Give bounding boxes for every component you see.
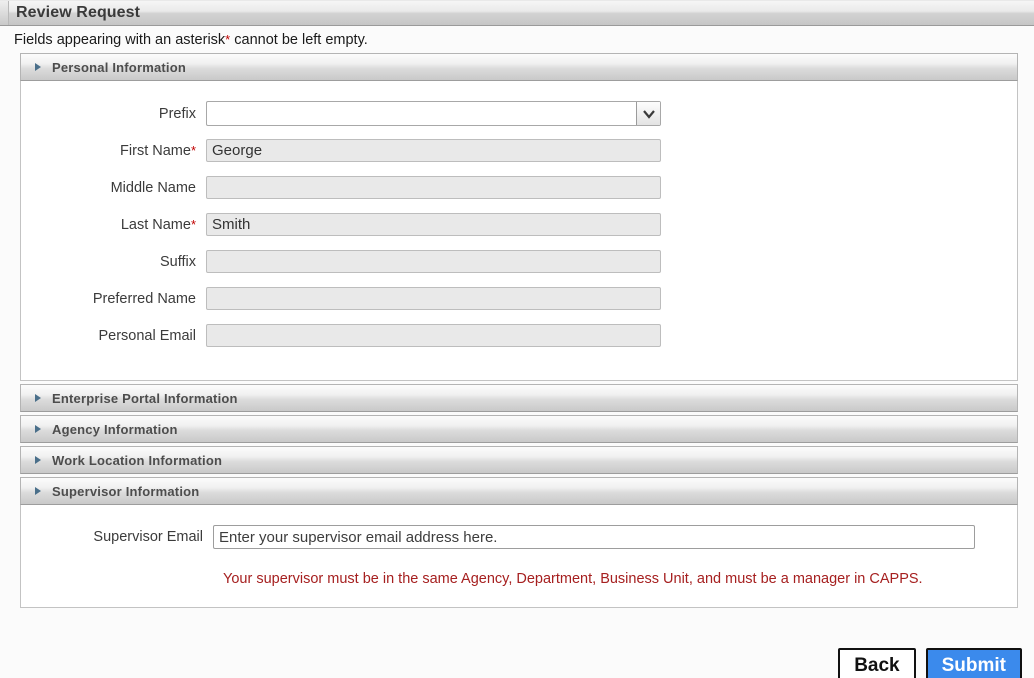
page-content: Fields appearing with an asterisk * canno…	[0, 26, 1034, 678]
form-row-preferred-name: Preferred Name	[21, 280, 1017, 317]
triangle-right-icon	[35, 394, 41, 402]
window-title-bar: Review Request	[0, 0, 1034, 26]
notice-suffix: cannot be left empty.	[230, 32, 368, 48]
form-row-last-name: Last Name*	[21, 206, 1017, 243]
preferred-name-input[interactable]	[206, 287, 661, 310]
section-title: Enterprise Portal Information	[52, 390, 238, 406]
label-middle-name: Middle Name	[110, 179, 196, 196]
required-asterisk-icon: *	[190, 216, 196, 232]
triangle-right-icon	[35, 456, 41, 464]
form-row-suffix: Suffix	[21, 243, 1017, 280]
section-title: Agency Information	[52, 421, 178, 437]
label-prefix: Prefix	[158, 105, 196, 122]
form-action-buttons: Back Submit	[838, 648, 1022, 678]
section-header-work-location-information[interactable]: Work Location Information	[20, 446, 1018, 474]
notice-prefix: Fields appearing with an asterisk	[14, 32, 226, 48]
label-suffix: Suffix	[159, 253, 196, 270]
accordion-sections: Personal Information Prefix First Name*	[20, 53, 1018, 608]
label-personal-email: Personal Email	[98, 327, 196, 344]
page-title: Review Request	[16, 4, 141, 21]
prefix-select[interactable]	[206, 101, 661, 126]
label-first-name: First Name*	[120, 142, 196, 159]
form-row-personal-email: Personal Email	[21, 317, 1017, 354]
section-title: Work Location Information	[52, 452, 223, 468]
triangle-right-icon	[35, 487, 41, 495]
middle-name-input[interactable]	[206, 176, 661, 199]
supervisor-email-input[interactable]	[213, 525, 975, 549]
supervisor-warning-text: Your supervisor must be in the same Agen…	[223, 571, 923, 587]
section-header-supervisor-information[interactable]: Supervisor Information	[20, 477, 1018, 505]
label-preferred-name: Preferred Name	[92, 290, 196, 307]
first-name-input[interactable]	[206, 139, 661, 162]
form-row-middle-name: Middle Name	[21, 169, 1017, 206]
last-name-input[interactable]	[206, 213, 661, 236]
suffix-input[interactable]	[206, 250, 661, 273]
section-header-agency-information[interactable]: Agency Information	[20, 415, 1018, 443]
section-title: Supervisor Information	[52, 483, 200, 499]
label-last-name: Last Name*	[120, 216, 196, 233]
required-fields-notice: Fields appearing with an asterisk* canno…	[0, 26, 1034, 53]
personal-email-input[interactable]	[206, 324, 661, 347]
label-supervisor-email: Supervisor Email	[93, 529, 203, 545]
form-row-supervisor-email: Supervisor Email	[21, 521, 1017, 553]
triangle-right-icon	[35, 63, 41, 71]
section-header-enterprise-portal-information[interactable]: Enterprise Portal Information	[20, 384, 1018, 412]
section-title: Personal Information	[52, 59, 187, 75]
required-asterisk-icon: *	[190, 142, 196, 158]
triangle-right-icon	[35, 425, 41, 433]
section-body-personal-information: Prefix First Name* Middle Name	[20, 81, 1018, 381]
form-row-prefix: Prefix	[21, 95, 1017, 132]
submit-button[interactable]: Submit	[925, 648, 1022, 678]
section-body-supervisor-information: Supervisor Email Your supervisor must be…	[20, 505, 1018, 608]
form-row-first-name: First Name*	[21, 132, 1017, 169]
back-button[interactable]: Back	[838, 648, 916, 678]
section-header-personal-information[interactable]: Personal Information	[20, 53, 1018, 81]
